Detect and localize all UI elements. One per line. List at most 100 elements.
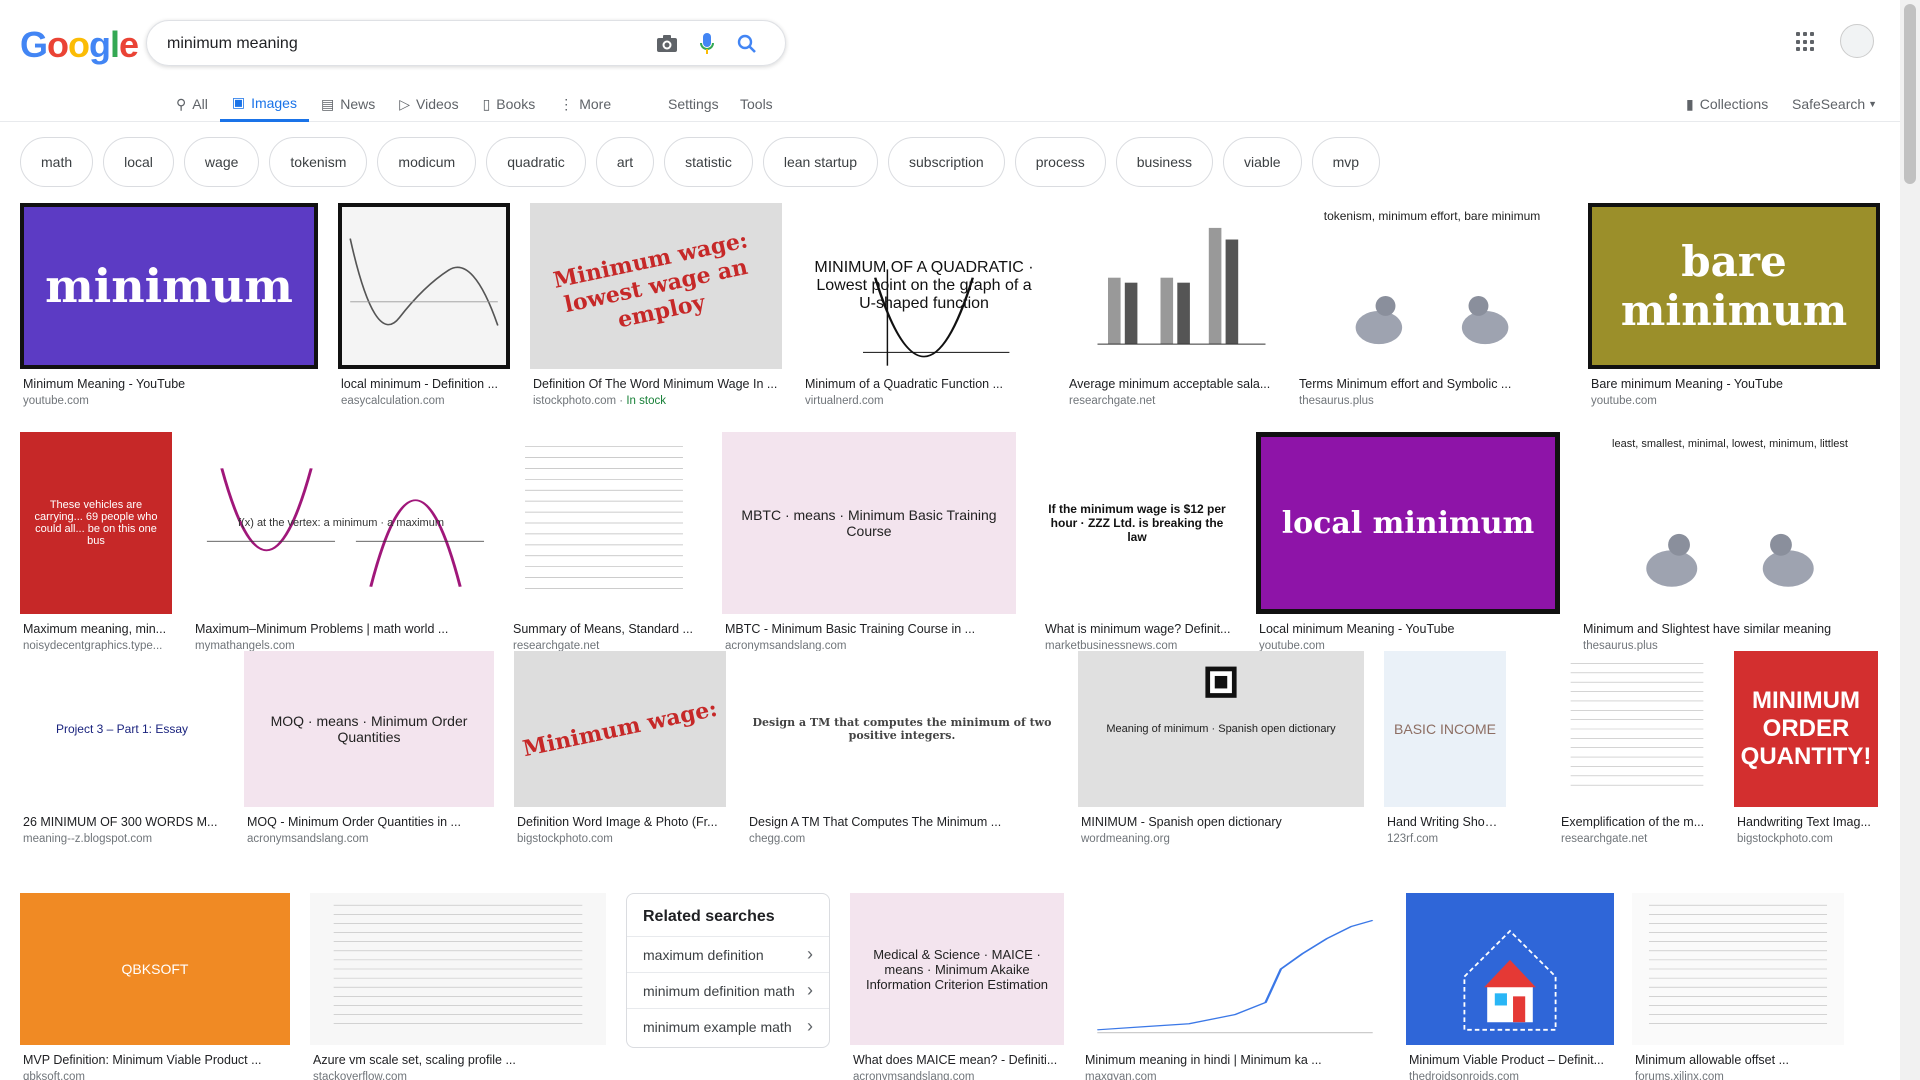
result-thumbnail[interactable] (1066, 203, 1276, 369)
image-result[interactable]: tokenism, minimum effort, bare minimum Te… (1296, 203, 1568, 407)
tab-all[interactable]: ⚲ All (164, 86, 220, 122)
image-result[interactable]: Project 3 – Part 1: Essay 26 MINIMUM OF 3… (20, 651, 224, 845)
result-thumbnail[interactable]: f(x) at the vertex: a minimum · a maximu… (192, 432, 490, 614)
chip-math[interactable]: math (20, 137, 94, 187)
collections-link[interactable]: ▮ Collections (1686, 86, 1768, 122)
result-title[interactable]: Average minimum acceptable sala... (1066, 377, 1276, 391)
avatar[interactable] (1840, 24, 1874, 58)
result-thumbnail[interactable] (1082, 893, 1388, 1045)
search-input[interactable] (167, 33, 627, 55)
result-thumbnail[interactable]: local minimum (1256, 432, 1560, 614)
result-thumbnail[interactable]: minimum (20, 203, 318, 369)
result-title[interactable]: 26 MINIMUM OF 300 WORDS M... (20, 815, 224, 829)
chip-lean-startup[interactable]: lean startup (762, 137, 879, 187)
image-result[interactable]: bare minimum Bare minimum Meaning - YouTu… (1588, 203, 1880, 407)
image-result[interactable]: minimum Minimum Meaning - YouTube youtube.… (20, 203, 318, 407)
result-title[interactable]: Maximum–Minimum Problems | math world ..… (192, 622, 490, 636)
result-thumbnail[interactable]: These vehicles are carrying... 69 people… (20, 432, 172, 614)
result-title[interactable]: Summary of Means, Standard ... (510, 622, 698, 636)
image-result[interactable]: MINIMUM OF A QUADRATIC · Lowest point on… (802, 203, 1046, 407)
image-result[interactable]: Minimum wage: Definition Word Image & Pho… (514, 651, 726, 845)
image-result[interactable]: local minimum - Definition ... easycalcul… (338, 203, 510, 407)
result-title[interactable]: Definition Word Image & Photo (Fr... (514, 815, 726, 829)
tab-videos[interactable]: ▷ Videos (387, 86, 470, 122)
result-thumbnail[interactable] (310, 893, 606, 1045)
related-item[interactable]: minimum definition math › (627, 972, 829, 1008)
chip-business[interactable]: business (1115, 137, 1214, 187)
related-item[interactable]: maximum definition › (627, 936, 829, 972)
image-result[interactable]: Minimum meaning in hindi | Minimum ka ..… (1082, 893, 1388, 1080)
result-thumbnail[interactable]: Design a TM that computes the minimum of… (746, 651, 1058, 807)
scrollbar[interactable] (1900, 0, 1920, 1080)
tab-more[interactable]: ⋮ More (547, 86, 623, 122)
result-title[interactable]: Azure vm scale set, scaling profile ... (310, 1053, 606, 1067)
settings-link[interactable]: Settings (668, 86, 719, 122)
apps-grid-icon[interactable] (1796, 32, 1816, 52)
result-thumbnail[interactable]: MINIMUM ORDER QUANTITY! (1734, 651, 1878, 807)
result-title[interactable]: What is minimum wage? Definit... (1042, 622, 1232, 636)
image-result[interactable]: Design a TM that computes the minimum of… (746, 651, 1058, 845)
image-result[interactable]: f(x) at the vertex: a minimum · a maximu… (192, 432, 490, 652)
result-title[interactable]: Minimum Meaning - YouTube (20, 377, 318, 391)
scroll-thumb[interactable] (1904, 4, 1916, 184)
result-title[interactable]: local minimum - Definition ... (338, 377, 510, 391)
chip-quadratic[interactable]: quadratic (486, 137, 586, 187)
result-thumbnail[interactable]: tokenism, minimum effort, bare minimum (1296, 203, 1568, 369)
microphone-icon[interactable] (695, 32, 719, 56)
google-logo[interactable]: Google (20, 24, 139, 66)
chip-art[interactable]: art (595, 137, 655, 187)
image-result[interactable]: MOQ · means · Minimum Order Quantities MO… (244, 651, 494, 845)
result-title[interactable]: Local minimum Meaning - YouTube (1256, 622, 1560, 636)
image-result[interactable]: These vehicles are carrying... 69 people… (20, 432, 172, 652)
chip-process[interactable]: process (1014, 137, 1106, 187)
image-result[interactable]: Average minimum acceptable sala... resear… (1066, 203, 1276, 407)
safesearch-dropdown[interactable]: SafeSearch ▼ (1792, 86, 1877, 122)
tab-images[interactable]: ▣ Images (219, 86, 309, 122)
result-title[interactable]: Design A TM That Computes The Minimum ..… (746, 815, 1058, 829)
image-result[interactable]: If the minimum wage is $12 per hour · ZZ… (1042, 432, 1232, 652)
result-thumbnail[interactable]: Project 3 – Part 1: Essay (20, 651, 224, 807)
chip-statistic[interactable]: statistic (664, 137, 753, 187)
result-title[interactable]: What does MAICE mean? - Definiti... (850, 1053, 1064, 1067)
result-title[interactable]: MVP Definition: Minimum Viable Product .… (20, 1053, 290, 1067)
camera-icon[interactable] (655, 32, 679, 56)
image-result[interactable]: local minimum Local minimum Meaning - You… (1256, 432, 1560, 652)
result-title[interactable]: Minimum and Slightest have similar meani… (1580, 622, 1880, 636)
result-title[interactable]: Maximum meaning, min... (20, 622, 172, 636)
chip-local[interactable]: local (103, 137, 174, 187)
image-result[interactable]: Summary of Means, Standard ... researchga… (510, 432, 698, 652)
result-title[interactable]: MBTC - Minimum Basic Training Course in … (722, 622, 1016, 636)
result-thumbnail[interactable] (1558, 651, 1716, 807)
tab-books[interactable]: ▯ Books (471, 86, 548, 122)
result-thumbnail[interactable]: BASIC INCOME (1384, 651, 1506, 807)
search-icon[interactable] (735, 32, 759, 56)
result-title[interactable]: Minimum allowable offset ... (1632, 1053, 1844, 1067)
result-title[interactable]: Minimum of a Quadratic Function ... (802, 377, 1046, 391)
result-thumbnail[interactable] (1632, 893, 1844, 1045)
result-title[interactable]: Hand Writing Showing B... (1384, 815, 1506, 829)
chip-mvp[interactable]: mvp (1311, 137, 1381, 187)
result-thumbnail[interactable]: MBTC · means · Minimum Basic Training Co… (722, 432, 1016, 614)
related-item[interactable]: minimum example math › (627, 1008, 829, 1044)
image-result[interactable]: QBKSOFT MVP Definition: Minimum Viable Pr… (20, 893, 290, 1080)
result-title[interactable]: MINIMUM - Spanish open dictionary (1078, 815, 1364, 829)
image-result[interactable]: Azure vm scale set, scaling profile ... s… (310, 893, 606, 1080)
result-thumbnail[interactable]: QBKSOFT (20, 893, 290, 1045)
result-thumbnail[interactable]: Medical & Science · MAICE · means · Mini… (850, 893, 1064, 1045)
tab-news[interactable]: ▤ News (309, 86, 387, 122)
chip-wage[interactable]: wage (183, 137, 260, 187)
image-result[interactable]: Exemplification of the m... researchgate.… (1558, 651, 1716, 845)
chip-viable[interactable]: viable (1223, 137, 1302, 187)
result-thumbnail[interactable]: If the minimum wage is $12 per hour · ZZ… (1042, 432, 1232, 614)
result-title[interactable]: Exemplification of the m... (1558, 815, 1716, 829)
result-thumbnail[interactable]: MOQ · means · Minimum Order Quantities (244, 651, 494, 807)
tools-link[interactable]: Tools (740, 86, 773, 122)
result-thumbnail[interactable]: Meaning of minimum · Spanish open dictio… (1078, 651, 1364, 807)
result-thumbnail[interactable]: least, smallest, minimal, lowest, minimu… (1580, 432, 1880, 614)
image-result[interactable]: MINIMUM ORDER QUANTITY! Handwriting Text … (1734, 651, 1878, 845)
result-title[interactable]: Minimum Viable Product – Definit... (1406, 1053, 1614, 1067)
result-thumbnail[interactable] (510, 432, 698, 614)
result-title[interactable]: Minimum meaning in hindi | Minimum ka ..… (1082, 1053, 1388, 1067)
image-result[interactable]: Minimum allowable offset ... forums.xilin… (1632, 893, 1844, 1080)
image-result[interactable]: BASIC INCOME Hand Writing Showing B... 123… (1384, 651, 1506, 845)
